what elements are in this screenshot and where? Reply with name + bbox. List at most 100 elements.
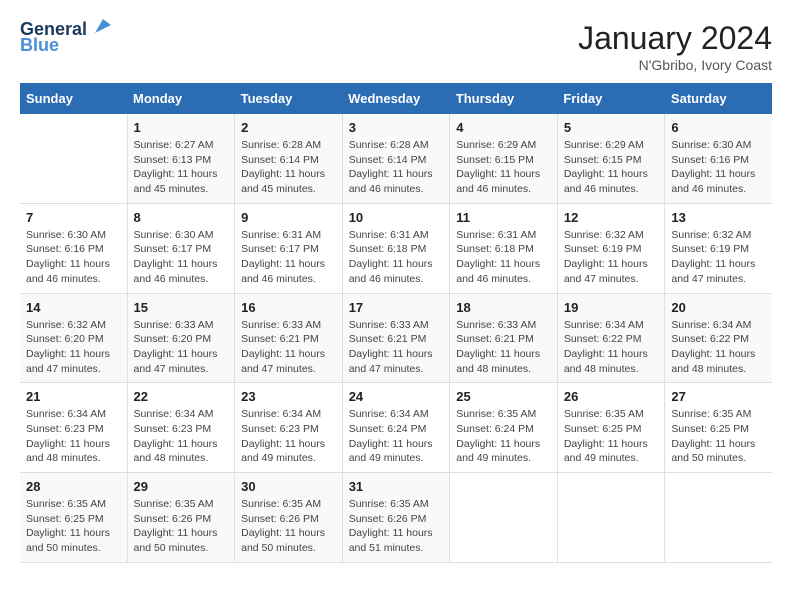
day-info: Sunrise: 6:35 AM Sunset: 6:26 PM Dayligh… xyxy=(349,497,444,556)
col-wednesday: Wednesday xyxy=(342,83,450,114)
day-number: 1 xyxy=(134,120,229,135)
calendar-week-row: 7 Sunrise: 6:30 AM Sunset: 6:16 PM Daylig… xyxy=(20,203,772,293)
calendar-cell: 3Sunrise: 6:28 AM Sunset: 6:14 PM Daylig… xyxy=(342,114,450,203)
calendar-cell: 10Sunrise: 6:31 AM Sunset: 6:18 PM Dayli… xyxy=(342,203,450,293)
day-number: 31 xyxy=(349,479,444,494)
calendar-cell: 18Sunrise: 6:33 AM Sunset: 6:21 PM Dayli… xyxy=(450,293,558,383)
day-info: Sunrise: 6:27 AM Sunset: 6:13 PM Dayligh… xyxy=(134,138,229,197)
day-info: Sunrise: 6:31 AM Sunset: 6:18 PM Dayligh… xyxy=(456,228,551,287)
day-number: 25 xyxy=(456,389,551,404)
day-info: Sunrise: 6:33 AM Sunset: 6:21 PM Dayligh… xyxy=(349,318,444,377)
day-number: 11 xyxy=(456,210,551,225)
day-info: Sunrise: 6:35 AM Sunset: 6:24 PM Dayligh… xyxy=(456,407,551,466)
day-number: 4 xyxy=(456,120,551,135)
day-number: 21 xyxy=(26,389,121,404)
calendar-cell: 8Sunrise: 6:30 AM Sunset: 6:17 PM Daylig… xyxy=(127,203,235,293)
day-info: Sunrise: 6:32 AM Sunset: 6:19 PM Dayligh… xyxy=(671,228,766,287)
day-number: 15 xyxy=(134,300,229,315)
day-info: Sunrise: 6:35 AM Sunset: 6:26 PM Dayligh… xyxy=(134,497,229,556)
day-number: 27 xyxy=(671,389,766,404)
calendar-cell: 13 Sunrise: 6:32 AM Sunset: 6:19 PM Dayli… xyxy=(665,203,772,293)
calendar-cell: 1 Sunrise: 6:27 AM Sunset: 6:13 PM Daylig… xyxy=(127,114,235,203)
calendar-table: Sunday Monday Tuesday Wednesday Thursday… xyxy=(20,83,772,563)
logo: General Blue xyxy=(20,20,111,56)
calendar-cell: 26 Sunrise: 6:35 AM Sunset: 6:25 PM Dayli… xyxy=(557,383,665,473)
title-section: January 2024 N'Gbribo, Ivory Coast xyxy=(578,20,772,73)
day-number: 9 xyxy=(241,210,336,225)
calendar-cell: 7 Sunrise: 6:30 AM Sunset: 6:16 PM Daylig… xyxy=(20,203,127,293)
day-number: 17 xyxy=(349,300,444,315)
calendar-cell xyxy=(557,473,665,563)
calendar-cell: 23Sunrise: 6:34 AM Sunset: 6:23 PM Dayli… xyxy=(235,383,343,473)
col-saturday: Saturday xyxy=(665,83,772,114)
calendar-cell: 22 Sunrise: 6:34 AM Sunset: 6:23 PM Dayli… xyxy=(127,383,235,473)
day-number: 22 xyxy=(134,389,229,404)
day-info: Sunrise: 6:35 AM Sunset: 6:25 PM Dayligh… xyxy=(26,497,121,556)
calendar-cell: 29 Sunrise: 6:35 AM Sunset: 6:26 PM Dayli… xyxy=(127,473,235,563)
calendar-cell: 4 Sunrise: 6:29 AM Sunset: 6:15 PM Daylig… xyxy=(450,114,558,203)
calendar-week-row: 21 Sunrise: 6:34 AM Sunset: 6:23 PM Dayli… xyxy=(20,383,772,473)
day-number: 8 xyxy=(134,210,229,225)
day-number: 18 xyxy=(456,300,551,315)
day-info: Sunrise: 6:35 AM Sunset: 6:25 PM Dayligh… xyxy=(564,407,659,466)
day-info: Sunrise: 6:33 AM Sunset: 6:21 PM Dayligh… xyxy=(241,318,336,377)
calendar-week-row: 14 Sunrise: 6:32 AM Sunset: 6:20 PM Dayli… xyxy=(20,293,772,383)
calendar-cell: 17 Sunrise: 6:33 AM Sunset: 6:21 PM Dayli… xyxy=(342,293,450,383)
day-number: 28 xyxy=(26,479,121,494)
calendar-cell: 20 Sunrise: 6:34 AM Sunset: 6:22 PM Dayli… xyxy=(665,293,772,383)
day-number: 5 xyxy=(564,120,659,135)
calendar-cell: 31 Sunrise: 6:35 AM Sunset: 6:26 PM Dayli… xyxy=(342,473,450,563)
page-header: General Blue January 2024 N'Gbribo, Ivor… xyxy=(20,20,772,73)
day-number: 16 xyxy=(241,300,336,315)
calendar-header-row: Sunday Monday Tuesday Wednesday Thursday… xyxy=(20,83,772,114)
day-info: Sunrise: 6:30 AM Sunset: 6:16 PM Dayligh… xyxy=(26,228,121,287)
day-number: 6 xyxy=(671,120,766,135)
calendar-cell: 14 Sunrise: 6:32 AM Sunset: 6:20 PM Dayli… xyxy=(20,293,127,383)
day-number: 30 xyxy=(241,479,336,494)
col-monday: Monday xyxy=(127,83,235,114)
calendar-week-row: 1 Sunrise: 6:27 AM Sunset: 6:13 PM Daylig… xyxy=(20,114,772,203)
day-info: Sunrise: 6:32 AM Sunset: 6:20 PM Dayligh… xyxy=(26,318,121,377)
day-info: Sunrise: 6:29 AM Sunset: 6:15 PM Dayligh… xyxy=(456,138,551,197)
day-number: 7 xyxy=(26,210,121,225)
col-friday: Friday xyxy=(557,83,665,114)
calendar-cell: 12 Sunrise: 6:32 AM Sunset: 6:19 PM Dayli… xyxy=(557,203,665,293)
calendar-cell: 16 Sunrise: 6:33 AM Sunset: 6:21 PM Dayli… xyxy=(235,293,343,383)
day-info: Sunrise: 6:34 AM Sunset: 6:23 PM Dayligh… xyxy=(241,407,336,466)
day-info: Sunrise: 6:31 AM Sunset: 6:17 PM Dayligh… xyxy=(241,228,336,287)
day-info: Sunrise: 6:34 AM Sunset: 6:23 PM Dayligh… xyxy=(26,407,121,466)
logo-blue: Blue xyxy=(20,36,59,56)
col-thursday: Thursday xyxy=(450,83,558,114)
day-info: Sunrise: 6:34 AM Sunset: 6:22 PM Dayligh… xyxy=(564,318,659,377)
day-info: Sunrise: 6:35 AM Sunset: 6:26 PM Dayligh… xyxy=(241,497,336,556)
day-number: 29 xyxy=(134,479,229,494)
calendar-cell: 5 Sunrise: 6:29 AM Sunset: 6:15 PM Daylig… xyxy=(557,114,665,203)
day-number: 26 xyxy=(564,389,659,404)
day-info: Sunrise: 6:33 AM Sunset: 6:20 PM Dayligh… xyxy=(134,318,229,377)
calendar-cell xyxy=(665,473,772,563)
calendar-cell: 19 Sunrise: 6:34 AM Sunset: 6:22 PM Dayli… xyxy=(557,293,665,383)
calendar-cell: 30 Sunrise: 6:35 AM Sunset: 6:26 PM Dayli… xyxy=(235,473,343,563)
calendar-week-row: 28 Sunrise: 6:35 AM Sunset: 6:25 PM Dayli… xyxy=(20,473,772,563)
day-number: 14 xyxy=(26,300,121,315)
day-number: 12 xyxy=(564,210,659,225)
day-info: Sunrise: 6:34 AM Sunset: 6:23 PM Dayligh… xyxy=(134,407,229,466)
day-number: 10 xyxy=(349,210,444,225)
col-sunday: Sunday xyxy=(20,83,127,114)
calendar-cell: 21 Sunrise: 6:34 AM Sunset: 6:23 PM Dayli… xyxy=(20,383,127,473)
day-info: Sunrise: 6:32 AM Sunset: 6:19 PM Dayligh… xyxy=(564,228,659,287)
calendar-cell: 24Sunrise: 6:34 AM Sunset: 6:24 PM Dayli… xyxy=(342,383,450,473)
day-info: Sunrise: 6:34 AM Sunset: 6:22 PM Dayligh… xyxy=(671,318,766,377)
calendar-cell: 27Sunrise: 6:35 AM Sunset: 6:25 PM Dayli… xyxy=(665,383,772,473)
day-number: 19 xyxy=(564,300,659,315)
day-number: 3 xyxy=(349,120,444,135)
calendar-cell: 6Sunrise: 6:30 AM Sunset: 6:16 PM Daylig… xyxy=(665,114,772,203)
day-number: 13 xyxy=(671,210,766,225)
day-info: Sunrise: 6:29 AM Sunset: 6:15 PM Dayligh… xyxy=(564,138,659,197)
day-number: 2 xyxy=(241,120,336,135)
day-number: 20 xyxy=(671,300,766,315)
location: N'Gbribo, Ivory Coast xyxy=(578,57,772,73)
calendar-cell xyxy=(450,473,558,563)
col-tuesday: Tuesday xyxy=(235,83,343,114)
calendar-cell: 28 Sunrise: 6:35 AM Sunset: 6:25 PM Dayli… xyxy=(20,473,127,563)
